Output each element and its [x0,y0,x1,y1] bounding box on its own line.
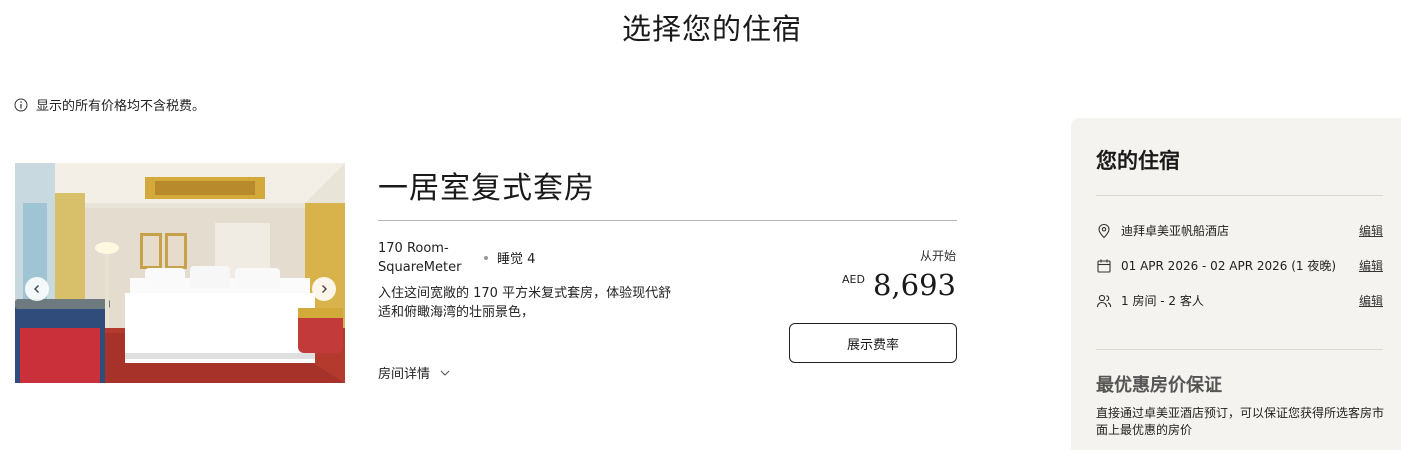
price-currency: AED [842,273,865,286]
calendar-icon [1097,259,1111,273]
room-photo-image [15,163,345,383]
panel-divider [1096,195,1383,196]
room-details-toggle[interactable]: 房间详情 [378,363,450,382]
tax-notice-text: 显示的所有价格均不含税费。 [36,99,206,114]
carousel-prev-button[interactable] [25,277,49,301]
stay-dates: 01 APR 2026 - 02 APR 2026 (1 夜晚) [1121,259,1337,273]
edit-guests-link[interactable]: 编辑 [1359,292,1383,309]
tax-notice: 显示的所有价格均不含税费。 [14,95,205,114]
separator-dot [484,255,488,260]
carousel-next-button[interactable] [312,277,336,301]
your-stay-panel: 您的住宿 迪拜卓美亚帆船酒店 编辑 01 APR 2026 - 02 APR 2… [1071,118,1401,450]
stay-dates-row: 01 APR 2026 - 02 APR 2026 (1 夜晚) 编辑 [1096,257,1383,274]
room-photo [15,163,345,383]
stay-hotel-row: 迪拜卓美亚帆船酒店 编辑 [1096,222,1383,239]
room-details-label: 房间详情 [378,367,431,382]
room-sleeps-text: 睡觉 4 [497,252,536,267]
room-size-line1: 170 Room- [378,241,449,256]
room-description: 入住这间宽敞的 170 平方米复式套房，体验现代舒适和俯瞰海湾的壮丽景色， [378,286,672,320]
stay-hotel-name: 迪拜卓美亚帆船酒店 [1121,224,1230,238]
room-size-line2: SquareMeter [378,260,462,275]
show-rates-button[interactable]: 展示费率 [789,323,957,363]
page-title: 选择您的住宿 [621,12,802,46]
room-name: 一居室复式套房 [378,171,595,206]
edit-dates-link[interactable]: 编辑 [1359,257,1383,274]
room-divider [378,220,957,221]
room-occupancy: 睡觉 4 [484,248,535,267]
info-icon [14,98,28,111]
chevron-right-icon [322,285,327,293]
best-rate-guarantee-title: 最优惠房价保证 [1096,375,1222,396]
best-rate-guarantee-text: 直接通过卓美亚酒店预订，可以保证您获得所选客房市面上最优惠的房价 [1096,406,1385,437]
price-from-label: 从开始 [919,249,956,263]
price-amount: 8,693 [872,268,956,302]
stay-guests: 1 房间 - 2 客人 [1121,294,1204,308]
stay-guests-row: 1 房间 - 2 客人 编辑 [1096,292,1383,309]
people-icon [1096,294,1112,307]
stay-panel-title: 您的住宿 [1096,148,1180,173]
panel-divider [1096,349,1383,350]
room-size: 170 Room- SquareMeter [378,239,478,277]
edit-hotel-link[interactable]: 编辑 [1359,222,1383,239]
location-pin-icon [1098,223,1110,238]
chevron-down-icon [440,370,450,376]
chevron-left-icon [34,285,39,293]
price-display: AED 8,693 [842,268,956,302]
